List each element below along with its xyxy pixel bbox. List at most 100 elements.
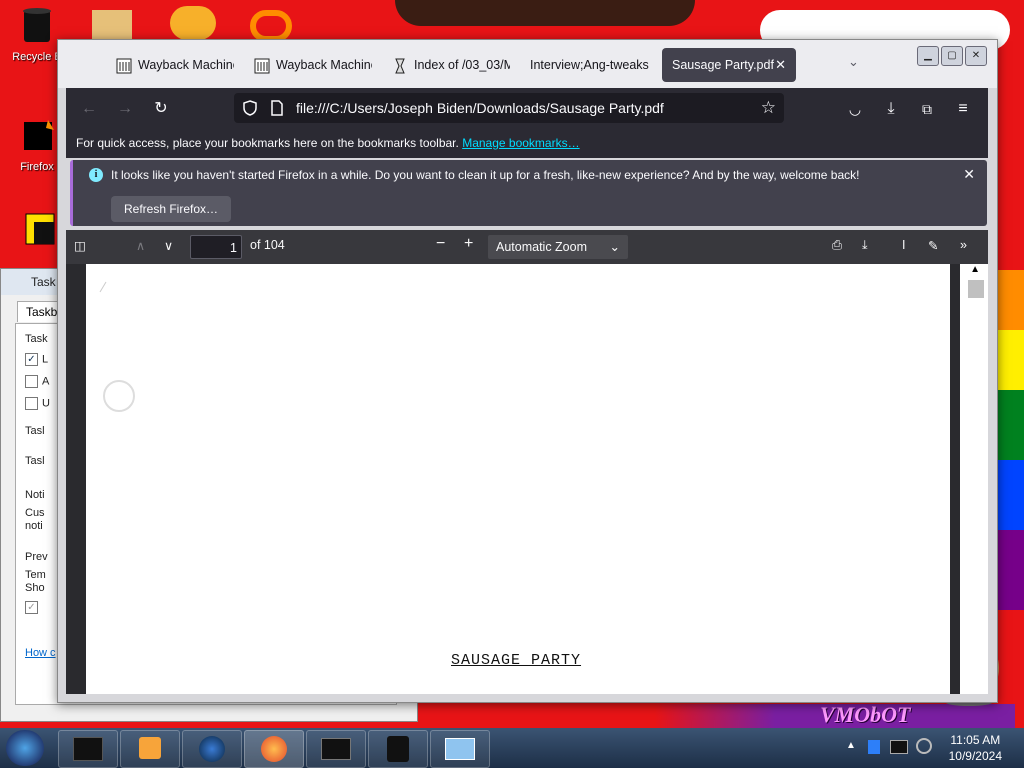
desktop-icon-media[interactable] — [170, 6, 216, 40]
pocket-icon[interactable]: ◡ — [844, 98, 866, 120]
setting-small-icons[interactable]: U — [25, 397, 50, 410]
setting-label: L — [42, 353, 49, 366]
sidebar-toggle-icon[interactable]: ◫ — [74, 238, 86, 253]
tab-wayback-1[interactable]: Wayback Machine — [116, 48, 234, 82]
setting-label: A — [42, 375, 50, 388]
taskbar-app-display[interactable] — [430, 730, 490, 768]
system-tray: ▲ 11:05 AM 10/9/2024 — [840, 728, 1024, 768]
show-hidden-icons-icon[interactable]: ▲ — [846, 740, 856, 751]
tab-sausage-party-pdf[interactable]: Sausage Party.pdf ✕ — [662, 48, 796, 82]
tools-chevron-icon[interactable]: » — [960, 238, 967, 252]
zoom-value: Automatic Zoom — [496, 240, 588, 254]
manage-bookmarks-link[interactable]: Manage bookmarks… — [462, 136, 579, 150]
recycle-bin-icon — [23, 8, 51, 42]
section-notification: Noti — [25, 489, 45, 501]
help-link[interactable]: How c — [25, 647, 56, 659]
window-title-text: Task — [31, 275, 56, 289]
checkbox-checked-disabled[interactable]: ✓ — [25, 601, 38, 614]
checkbox[interactable] — [25, 397, 38, 410]
scroll-up-icon[interactable]: ▲ — [970, 264, 980, 275]
setting-peek[interactable]: ✓ — [25, 601, 42, 614]
notification-message: It looks like you haven't started Firefo… — [111, 168, 860, 182]
next-page-icon[interactable]: ∨ — [164, 238, 173, 253]
checkbox[interactable] — [25, 375, 38, 388]
close-icon[interactable]: ✕ — [965, 46, 987, 66]
tab-interview[interactable]: Interview;Ang-tweaks — [530, 48, 650, 82]
download-icon[interactable]: ⤓ — [880, 98, 902, 120]
zoom-in-icon[interactable]: + — [464, 235, 473, 253]
draw-pencil-icon[interactable]: ✎ — [928, 238, 938, 253]
print-icon[interactable]: ⎙ — [832, 238, 842, 253]
pdf-page-title: SAUSAGE PARTY — [451, 652, 582, 669]
network-icon[interactable] — [890, 740, 908, 754]
pdf-page[interactable]: SAUSAGE PARTY — [86, 264, 950, 694]
navigation-toolbar: ← → ↻ file:///C:/Users/Joseph Biden/Down… — [66, 88, 988, 128]
list-tabs-chevron-icon[interactable]: ⌄ — [848, 54, 859, 70]
wallpaper-shape — [395, 0, 695, 26]
clock[interactable]: 11:05 AM 10/9/2024 — [949, 732, 1002, 764]
text-cursor-icon[interactable]: I — [902, 238, 905, 252]
taskbar-app-media[interactable] — [120, 730, 180, 768]
tab-index[interactable]: Index of /03_03/M — [392, 48, 510, 82]
archive-icon — [116, 58, 132, 74]
tab-wayback-2[interactable]: Wayback Machine — [254, 48, 372, 82]
taskbar-app-bin[interactable] — [368, 730, 428, 768]
archive-icon — [254, 58, 270, 74]
forward-arrow-icon[interactable]: → — [114, 98, 136, 120]
scrollbar[interactable]: ▲ — [960, 264, 988, 694]
hole-punch-mark — [103, 380, 135, 412]
rainbow-stripe-blue — [996, 460, 1024, 530]
file-icon — [271, 100, 283, 116]
bookmark-star-icon[interactable]: ☆ — [761, 93, 776, 123]
page-number-input[interactable]: 1 — [190, 235, 242, 259]
save-icon[interactable]: ⤓ — [862, 238, 868, 253]
close-tab-icon[interactable]: ✕ — [775, 48, 786, 82]
taskbar-app-cmd[interactable] — [58, 730, 118, 768]
pdf-toolbar: ◫ ∧ ∨ 1 of 104 − + Automatic Zoom ⌄ ⎙ ⤓ … — [66, 230, 988, 264]
setting-auto-hide[interactable]: A — [25, 375, 49, 388]
display-settings-icon — [445, 738, 475, 760]
media-player-icon — [139, 737, 161, 759]
setting-lock-taskbar[interactable]: ✓ L — [25, 353, 48, 366]
rainbow-stripe-yellow — [996, 330, 1024, 390]
desktop-icon-folder[interactable] — [92, 10, 132, 40]
close-icon[interactable]: ✕ — [963, 166, 975, 183]
scroll-thumb[interactable] — [968, 280, 984, 298]
taskbar-app-globe[interactable] — [182, 730, 242, 768]
tray-app-icon[interactable] — [868, 740, 880, 754]
clock-time: 11:05 AM — [950, 733, 1001, 747]
refresh-firefox-button[interactable]: Refresh Firefox… — [111, 196, 232, 222]
maximize-icon[interactable]: ▢ — [941, 46, 963, 66]
menu-hamburger-icon[interactable]: ≡ — [952, 98, 974, 120]
window-controls: ▁ ▢ ✕ — [917, 46, 987, 66]
app-icon — [25, 213, 55, 245]
desktop-icon-ring[interactable] — [250, 10, 292, 42]
back-arrow-icon[interactable]: ← — [78, 98, 100, 120]
trash-icon — [387, 736, 409, 762]
zoom-out-icon[interactable]: − — [436, 235, 445, 253]
bookmarks-hint: For quick access, place your bookmarks h… — [76, 136, 459, 150]
checkbox-checked[interactable]: ✓ — [25, 353, 38, 366]
volume-icon[interactable] — [916, 738, 932, 754]
taskbar-app-monitor[interactable] — [306, 730, 366, 768]
watermark-logo: VMObOT — [820, 702, 911, 727]
url-bar[interactable]: file:///C:/Users/Joseph Biden/Downloads/… — [234, 93, 784, 123]
reload-icon[interactable]: ↻ — [150, 98, 172, 120]
previous-page-icon[interactable]: ∧ — [136, 238, 145, 253]
settings-heading: Task — [25, 333, 48, 345]
setting-label: U — [42, 397, 50, 410]
shield-icon[interactable] — [242, 100, 258, 116]
minimize-icon[interactable]: ▁ — [917, 46, 939, 66]
zoom-select[interactable]: Automatic Zoom ⌄ — [488, 235, 628, 259]
extensions-icon[interactable]: ⧉ — [916, 98, 938, 120]
scan-mark — [99, 281, 107, 293]
start-button-windows-icon[interactable] — [6, 730, 44, 766]
firefox-window: Wayback Machine Wayback Machine Index of… — [57, 39, 998, 703]
bookmarks-toolbar: For quick access, place your bookmarks h… — [66, 128, 988, 158]
url-text[interactable]: file:///C:/Users/Joseph Biden/Downloads/… — [296, 93, 664, 123]
pdf-viewer[interactable]: SAUSAGE PARTY ▲ — [66, 264, 988, 694]
monitor-icon — [321, 738, 351, 760]
tab-label: Wayback Machine — [138, 58, 234, 72]
taskbar-app-firefox[interactable] — [244, 730, 304, 768]
tab-label: Interview;Ang-tweaks — [530, 58, 649, 72]
